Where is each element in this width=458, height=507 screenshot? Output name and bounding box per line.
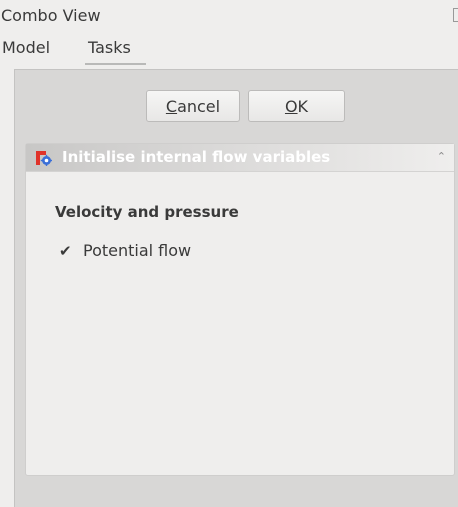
freecad-cfd-icon: [36, 151, 52, 166]
titlebar: Combo View: [0, 0, 458, 32]
active-tab-indicator: [85, 63, 146, 65]
ok-accelerator: O: [284, 96, 298, 116]
double-chevron-up-icon[interactable]: ⌃: [437, 149, 446, 165]
task-title: Initialise internal flow variables: [62, 148, 331, 166]
cancel-button[interactable]: Cancel: [146, 90, 240, 122]
task-box: Initialise internal flow variables ⌃ Vel…: [25, 143, 455, 476]
checkbox-label: Potential flow: [83, 241, 192, 260]
tab-bar: Model Tasks: [0, 32, 458, 66]
ok-button[interactable]: OK: [248, 90, 345, 122]
tab-tasks[interactable]: Tasks: [88, 38, 131, 57]
tab-model[interactable]: Model: [2, 38, 50, 57]
task-box-header[interactable]: Initialise internal flow variables ⌃: [26, 144, 454, 172]
ok-label-rest: K: [297, 96, 309, 116]
potential-flow-checkbox[interactable]: ✔ Potential flow: [59, 241, 191, 260]
cancel-accelerator: C: [165, 96, 178, 116]
checkmark-icon: ✔: [59, 241, 72, 260]
combo-view-panel: Combo View Model Tasks Cancel OK Initial…: [0, 0, 458, 507]
float-button[interactable]: [453, 8, 458, 22]
window-title: Combo View: [1, 6, 101, 25]
group-title: Velocity and pressure: [55, 203, 239, 221]
cancel-label-rest: ancel: [177, 96, 221, 116]
